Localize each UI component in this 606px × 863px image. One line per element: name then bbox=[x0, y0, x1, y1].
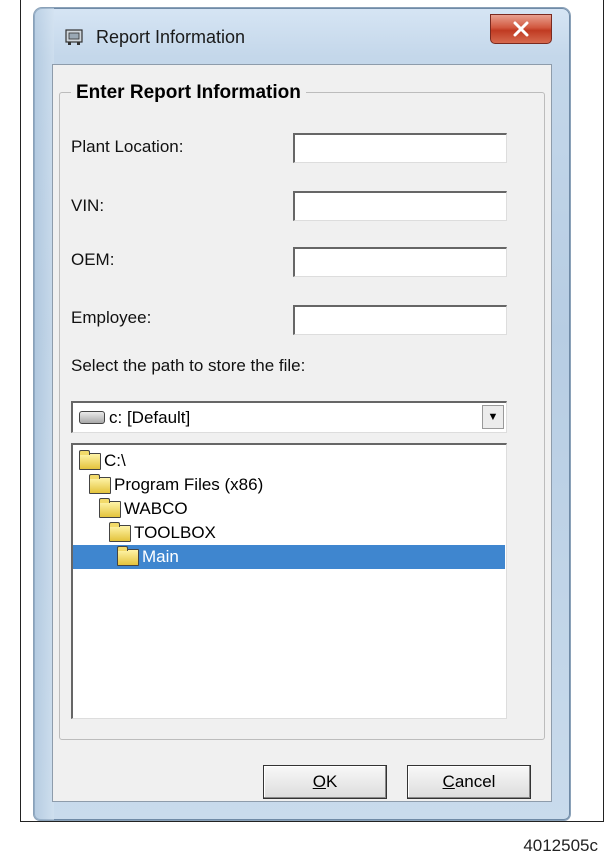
folder-icon bbox=[109, 521, 131, 542]
oem-input[interactable] bbox=[293, 247, 507, 277]
report-app-icon bbox=[65, 29, 83, 45]
tree-item-toolbox[interactable]: TOOLBOX bbox=[109, 521, 216, 545]
oem-label: OEM: bbox=[71, 250, 115, 269]
tree-item-label: TOOLBOX bbox=[134, 523, 216, 542]
folder-icon bbox=[99, 497, 121, 518]
tree-item-label: Main bbox=[142, 547, 179, 566]
folder-icon bbox=[79, 449, 101, 470]
tree-item-label: Program Files (x86) bbox=[114, 475, 264, 494]
tree-item-main[interactable]: Main bbox=[73, 545, 505, 569]
plant-location-label: Plant Location: bbox=[71, 137, 184, 156]
dialog-client-area: Enter Report Information Plant Location:… bbox=[52, 64, 552, 802]
figure-id: 4012505c bbox=[523, 836, 598, 855]
tree-item-label: C:\ bbox=[104, 451, 126, 470]
ok-label-rest: K bbox=[325, 772, 338, 791]
cancel-mnemonic: C bbox=[442, 772, 455, 791]
close-x-icon bbox=[513, 21, 529, 37]
vin-input[interactable] bbox=[293, 191, 507, 221]
close-button[interactable] bbox=[490, 14, 552, 44]
folder-tree[interactable]: C:\ Program Files (x86) WABCO TOOLBOX Ma… bbox=[71, 443, 507, 719]
tree-item-label: WABCO bbox=[124, 499, 188, 518]
folder-open-icon bbox=[117, 545, 139, 566]
report-information-dialog: Report Information Enter Report Informat… bbox=[34, 8, 570, 820]
title-bar[interactable]: Report Information bbox=[34, 8, 570, 64]
drive-select-value: c: [Default] bbox=[109, 408, 191, 427]
folder-icon bbox=[89, 473, 111, 494]
cancel-button[interactable]: Cancel bbox=[407, 765, 531, 799]
ok-button[interactable]: OK bbox=[263, 765, 387, 799]
tree-item-c-drive[interactable]: C:\ bbox=[79, 449, 126, 473]
drive-select[interactable]: c: [Default] ▼ bbox=[71, 401, 507, 433]
tree-item-wabco[interactable]: WABCO bbox=[99, 497, 188, 521]
cancel-label-rest: ancel bbox=[454, 772, 496, 791]
employee-label: Employee: bbox=[71, 308, 152, 327]
plant-location-input[interactable] bbox=[293, 133, 507, 163]
ok-mnemonic: O bbox=[312, 772, 326, 791]
window-title: Report Information bbox=[96, 27, 246, 47]
tree-item-program-files[interactable]: Program Files (x86) bbox=[89, 473, 263, 497]
path-label: Select the path to store the file: bbox=[71, 356, 306, 375]
drive-icon bbox=[79, 411, 105, 424]
group-title: Enter Report Information bbox=[71, 82, 306, 104]
vin-label: VIN: bbox=[71, 196, 105, 215]
employee-input[interactable] bbox=[293, 305, 507, 335]
chevron-down-icon[interactable]: ▼ bbox=[482, 405, 504, 429]
